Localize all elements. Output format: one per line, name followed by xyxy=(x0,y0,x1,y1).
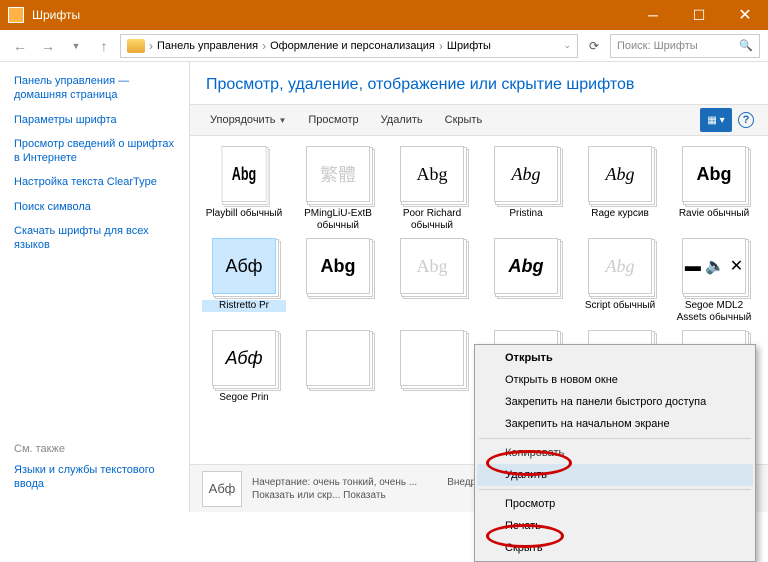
font-preview: Абф xyxy=(212,330,276,386)
font-item[interactable]: Abg xyxy=(484,238,568,324)
preview-button[interactable]: Просмотр xyxy=(298,110,368,130)
main-content: Просмотр, удаление, отображение или скры… xyxy=(190,62,768,512)
font-item[interactable] xyxy=(390,330,474,416)
help-button[interactable]: ? xyxy=(734,108,758,132)
sidebar: Панель управления — домашняя страница Па… xyxy=(0,62,190,512)
context-item[interactable]: Открыть xyxy=(477,347,753,369)
sidebar-link-home[interactable]: Панель управления — домашняя страница xyxy=(14,74,175,103)
sidebar-link-cleartype[interactable]: Настройка текста ClearType xyxy=(14,175,175,189)
font-item[interactable]: Abg Ravie обычный xyxy=(672,146,756,232)
organize-button[interactable]: Упорядочить▼ xyxy=(200,110,296,130)
view-mode-button[interactable]: ▦ ▾ xyxy=(700,108,732,132)
context-item[interactable]: Открыть в новом окне xyxy=(477,369,753,391)
see-also-label: См. также xyxy=(14,443,175,455)
toolbar: Упорядочить▼ Просмотр Удалить Скрыть ▦ ▾… xyxy=(190,104,768,136)
font-preview: Abg xyxy=(682,146,746,202)
font-item[interactable]: Abg xyxy=(296,238,380,324)
sidebar-link-online[interactable]: Просмотр сведений о шрифтах в Интернете xyxy=(14,137,175,166)
minimize-button[interactable]: ─ xyxy=(630,0,676,30)
sidebar-link-languages[interactable]: Языки и службы текстового ввода xyxy=(14,463,175,492)
close-button[interactable]: ✕ xyxy=(722,0,768,30)
context-item[interactable]: Закрепить на панели быстрого доступа xyxy=(477,391,753,413)
window-title: Шрифты xyxy=(32,8,630,22)
font-preview xyxy=(400,330,464,386)
font-preview: 繁體 xyxy=(306,146,370,202)
context-item[interactable]: Удалить xyxy=(477,464,753,486)
font-name: Pristina xyxy=(484,208,568,220)
hide-button[interactable]: Скрыть xyxy=(435,110,493,130)
forward-button[interactable]: → xyxy=(36,34,60,58)
font-preview: Abg xyxy=(494,146,558,202)
page-title: Просмотр, удаление, отображение или скры… xyxy=(190,62,768,104)
search-input[interactable]: Поиск: Шрифты 🔍 xyxy=(610,34,760,58)
font-name: Playbill обычный xyxy=(202,208,286,220)
folder-icon xyxy=(127,39,145,53)
font-name: Script обычный xyxy=(578,300,662,312)
context-item[interactable]: Скрыть xyxy=(477,537,753,559)
up-button[interactable]: ↑ xyxy=(92,34,116,58)
font-name: Ravie обычный xyxy=(672,208,756,220)
history-dropdown[interactable]: ▼ xyxy=(64,34,88,58)
sidebar-link-download[interactable]: Скачать шрифты для всех языков xyxy=(14,224,175,253)
app-icon xyxy=(8,7,24,23)
font-item[interactable]: 繁體 PMingLiU-ExtB обычный xyxy=(296,146,380,232)
font-name: Ristretto Pr xyxy=(202,300,286,312)
font-item[interactable]: Abg xyxy=(390,238,474,324)
font-preview: Abg xyxy=(400,146,464,202)
font-item[interactable]: ▬ 🔈 ✕ Segoe MDL2 Assets обычный xyxy=(672,238,756,324)
titlebar: Шрифты ─ ☐ ✕ xyxy=(0,0,768,30)
font-preview xyxy=(306,330,370,386)
font-preview: Abg xyxy=(400,238,464,294)
font-preview: Abg xyxy=(588,238,652,294)
sidebar-link-settings[interactable]: Параметры шрифта xyxy=(14,113,175,127)
addressbar: ← → ▼ ↑ › Панель управления › Оформление… xyxy=(0,30,768,62)
refresh-button[interactable]: ⟳ xyxy=(582,34,606,58)
font-item[interactable]: Abg Playbill обычный xyxy=(202,146,286,232)
context-menu: ОткрытьОткрыть в новом окнеЗакрепить на … xyxy=(474,344,756,562)
font-item[interactable]: Abg Poor Richard обычный xyxy=(390,146,474,232)
font-name: Segoe MDL2 Assets обычный xyxy=(672,300,756,324)
font-item[interactable]: Абф Ristretto Pr xyxy=(202,238,286,324)
delete-button[interactable]: Удалить xyxy=(371,110,433,130)
context-item[interactable]: Закрепить на начальном экране xyxy=(477,413,753,435)
font-item[interactable]: Abg Rage курсив xyxy=(578,146,662,232)
font-preview: Abg xyxy=(494,238,558,294)
font-preview: Abg xyxy=(222,146,267,202)
font-preview: Abg xyxy=(588,146,652,202)
font-name: PMingLiU-ExtB обычный xyxy=(296,208,380,232)
font-item[interactable]: Abg Script обычный xyxy=(578,238,662,324)
font-preview: Abg xyxy=(306,238,370,294)
context-item[interactable]: Печать xyxy=(477,515,753,537)
font-preview: Абф xyxy=(212,238,276,294)
font-item[interactable]: Абф Segoe Prin xyxy=(202,330,286,416)
font-name: Segoe Prin xyxy=(202,392,286,404)
chevron-down-icon[interactable]: ⌄ xyxy=(563,40,571,51)
font-name: Poor Richard обычный xyxy=(390,208,474,232)
breadcrumb[interactable]: › Панель управления › Оформление и персо… xyxy=(120,34,578,58)
font-preview: ▬ 🔈 ✕ xyxy=(682,238,746,294)
search-icon: 🔍 xyxy=(739,39,753,52)
maximize-button[interactable]: ☐ xyxy=(676,0,722,30)
back-button[interactable]: ← xyxy=(8,34,32,58)
context-item[interactable]: Копировать xyxy=(477,442,753,464)
font-item[interactable] xyxy=(296,330,380,416)
font-item[interactable]: Abg Pristina xyxy=(484,146,568,232)
sidebar-link-charmap[interactable]: Поиск символа xyxy=(14,200,175,214)
font-name: Rage курсив xyxy=(578,208,662,220)
context-separator xyxy=(479,489,751,490)
context-separator xyxy=(479,438,751,439)
status-preview: Абф xyxy=(202,471,242,507)
